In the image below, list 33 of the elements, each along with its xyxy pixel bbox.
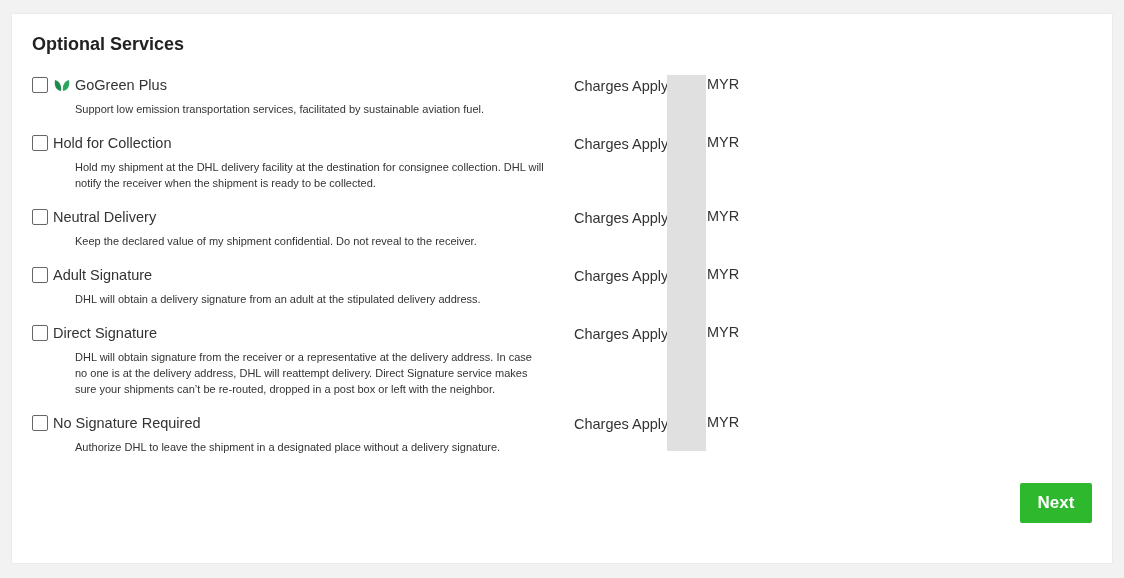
service-description: DHL will obtain signature from the receiver or a representative at the delivery address. In case no one is at the delivery address, DHL will reattempt delivery. Direct Signature service makes sure your shipments can’t be re-routed, dropped in a post box or left with the neighbor. [75,350,533,397]
charges-label: Charges Apply [574,415,667,434]
charges-label: Charges Apply [574,267,667,286]
currency-label: MYR [707,413,741,432]
service-title: GoGreen Plus [75,77,167,93]
service-title: Direct Signature [53,325,157,341]
checkbox[interactable] [32,135,48,151]
checkbox[interactable] [32,325,48,341]
checkbox[interactable] [32,415,48,431]
checkbox[interactable] [32,77,48,93]
charges-label: Charges Apply [574,135,667,154]
currency-label: MYR [707,207,741,226]
charges-label: Charges Apply [574,209,667,228]
service-description: DHL will obtain a delivery signature from an adult at the stipulated delivery address. [75,292,482,307]
next-button[interactable]: Next [1020,483,1092,523]
checkbox[interactable] [32,209,48,225]
currency-label: MYR [707,265,741,284]
checkbox[interactable] [32,267,48,283]
service-description: Keep the declared value of my shipment confidential. Do not reveal to the receiver. [75,234,478,249]
currency-label: MYR [707,323,741,342]
charges-label: Charges Apply [574,325,667,344]
service-description: Hold my shipment at the DHL delivery facility at the destination for consignee collection. DHL will notify the receiver when the shipment is ready to be collected. [75,160,545,191]
service-description: Authorize DHL to leave the shipment in a designated place without a delivery signature. [75,440,502,455]
currency-label: MYR [707,133,741,152]
service-title: No Signature Required [53,415,201,431]
service-title: Hold for Collection [53,135,172,151]
leaf-icon [54,78,70,92]
section-heading: Optional Services [32,34,186,55]
charges-label: Charges Apply [574,77,667,96]
service-title: Neutral Delivery [53,209,157,225]
service-description: Support low emission transportation services, facilitated by sustainable aviation fuel. [75,102,486,117]
service-title: Adult Signature [53,267,153,283]
currency-label: MYR [707,75,741,94]
